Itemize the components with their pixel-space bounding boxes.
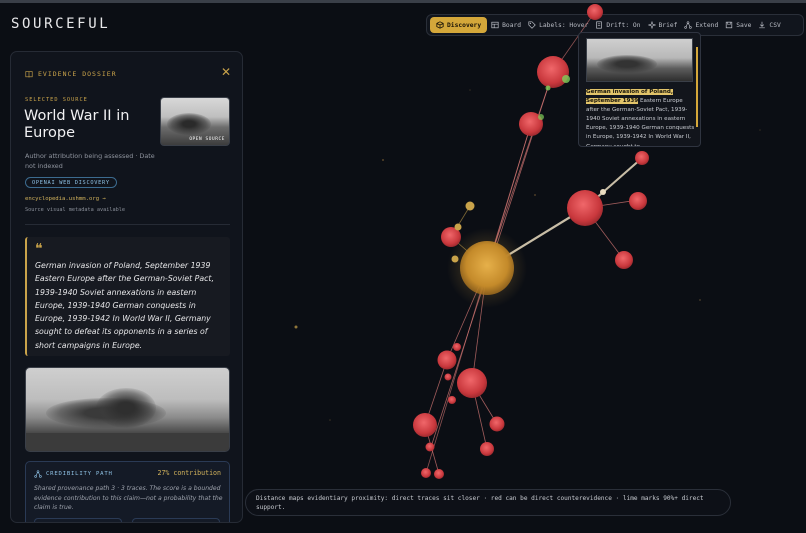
selected-source-label: SELECTED SOURCE — [25, 97, 88, 103]
contribution-value: 27% contribution — [157, 469, 221, 477]
legend-note: Distance maps evidentiary proximity: dir… — [245, 489, 731, 516]
evidence-dossier-panel: EVIDENCE DOSSIER ✕ SELECTED SOURCE World… — [10, 51, 243, 523]
star — [329, 419, 331, 421]
hover-rest-text: Eastern Europe after the German-Soviet P… — [586, 98, 695, 147]
evidence-node-primary[interactable] — [567, 190, 603, 226]
related-node[interactable] — [454, 223, 462, 231]
evidence-node[interactable] — [489, 416, 505, 432]
source-title: World War II in Europe — [24, 108, 130, 141]
support-node[interactable] — [545, 85, 551, 91]
evidence-node[interactable] — [413, 413, 437, 437]
support-node[interactable] — [538, 114, 544, 120]
visual-metadata-note: Source visual metadata available — [25, 207, 125, 213]
evidence-node[interactable] — [444, 373, 452, 381]
evidence-node[interactable] — [448, 396, 456, 404]
source-link[interactable]: encyclopedia.ushmm.org → — [25, 196, 106, 202]
brand-logo: SOURCEFUL — [11, 16, 111, 32]
hover-preview-image — [586, 38, 693, 82]
evidence-graph[interactable] — [243, 0, 806, 533]
path-midpoint — [600, 189, 606, 195]
hub-node[interactable] — [460, 241, 514, 295]
star — [759, 129, 761, 131]
evidence-node[interactable] — [421, 468, 431, 478]
related-node[interactable] — [451, 255, 459, 263]
quote-card: ❝ German invasion of Poland, September 1… — [25, 237, 230, 356]
star — [534, 194, 536, 196]
credibility-tab-right[interactable] — [132, 518, 220, 522]
quote-text: German invasion of Poland, September 193… — [35, 261, 214, 350]
hover-preview-card: German invasion of Poland, September 193… — [578, 32, 701, 147]
evidence-node[interactable] — [629, 192, 647, 210]
thumbnail-smoke — [167, 113, 211, 135]
credibility-tab-left[interactable] — [34, 518, 122, 522]
star — [294, 325, 298, 329]
discovery-badge: OPENAI WEB DISCOVERY — [25, 177, 117, 188]
evidence-node[interactable] — [480, 442, 494, 456]
credibility-path-card: CREDIBILITY PATH 27% contribution Shared… — [25, 461, 230, 522]
support-node[interactable] — [562, 75, 570, 83]
evidence-node[interactable] — [453, 343, 461, 351]
evidence-node[interactable] — [615, 251, 633, 269]
evidence-node[interactable] — [635, 151, 649, 165]
divider — [25, 224, 230, 225]
evidence-node[interactable] — [437, 350, 457, 370]
hover-image-smoke — [597, 55, 657, 73]
path-icon — [34, 470, 42, 478]
star — [699, 299, 701, 301]
evidence-node[interactable] — [425, 442, 435, 452]
hover-preview-text: German invasion of Poland, September 193… — [586, 88, 696, 147]
source-photo[interactable] — [25, 367, 230, 452]
photo-ground — [26, 433, 229, 451]
related-node[interactable] — [465, 201, 475, 211]
open-source-tag: OPEN SOURCE — [189, 137, 225, 142]
evidence-node[interactable] — [587, 4, 603, 20]
evidence-node[interactable] — [537, 56, 569, 88]
credibility-title-text: CREDIBILITY PATH — [46, 471, 113, 477]
quote-icon: ❝ — [35, 241, 43, 257]
evidence-node[interactable] — [434, 469, 444, 479]
hover-scrollbar[interactable] — [696, 47, 698, 127]
open-source-thumbnail[interactable]: OPEN SOURCE — [160, 97, 230, 146]
star — [382, 159, 384, 161]
star — [469, 89, 471, 91]
credibility-description: Shared provenance path 3 · 3 traces. The… — [34, 485, 223, 511]
evidence-node[interactable] — [457, 368, 487, 398]
close-icon[interactable]: ✕ — [221, 66, 231, 78]
photo-smoke-plume — [96, 388, 156, 428]
dossier-heading: EVIDENCE DOSSIER — [38, 70, 117, 78]
book-icon — [25, 71, 33, 78]
source-meta: Author attribution being assessed · Date… — [25, 152, 155, 170]
dossier-header: EVIDENCE DOSSIER — [25, 70, 117, 78]
credibility-title: CREDIBILITY PATH — [34, 470, 113, 478]
